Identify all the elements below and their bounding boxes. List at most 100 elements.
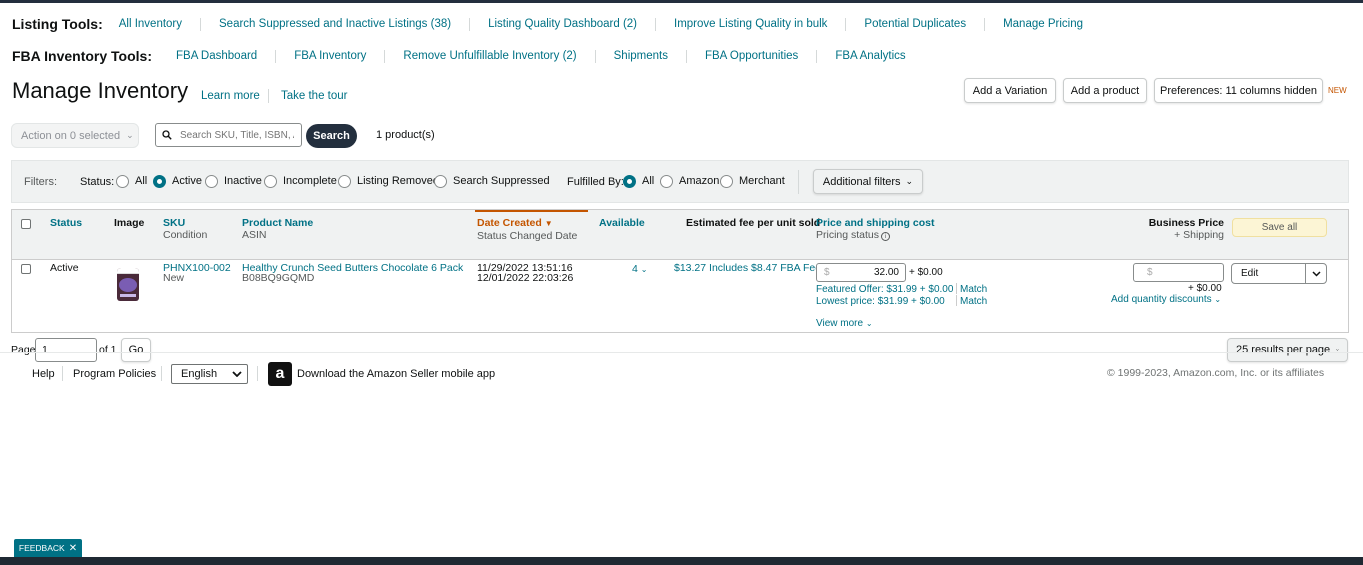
fulfilled-radio-all[interactable] [623, 175, 636, 188]
header-fee: Estimated fee per unit sold [686, 217, 821, 229]
edit-split-button[interactable]: Edit [1231, 263, 1327, 284]
lowest-price[interactable]: Lowest price: $31.99 + $0.00 [816, 296, 945, 307]
link-suppressed-listings[interactable]: Search Suppressed and Inactive Listings … [200, 17, 469, 31]
link-fba-opportunities[interactable]: FBA Opportunities [685, 49, 816, 63]
preferences-button[interactable]: Preferences: 11 columns hidden [1154, 78, 1323, 103]
row-checkbox[interactable] [21, 264, 31, 274]
business-price-input[interactable]: $ [1133, 263, 1224, 282]
link-improve-quality[interactable]: Improve Listing Quality in bulk [655, 17, 845, 31]
quantity-discounts-link[interactable]: Add quantity discounts ⌄ [1111, 294, 1221, 305]
status-radio-search-suppressed[interactable] [434, 175, 447, 188]
search-field[interactable] [155, 123, 302, 147]
status-radio-listing-removed[interactable] [338, 175, 351, 188]
additional-filters-label: Additional filters [822, 175, 901, 188]
help-link[interactable]: Help [32, 368, 55, 380]
learn-more-link[interactable]: Learn more [201, 90, 260, 102]
add-variation-button[interactable]: Add a Variation [964, 78, 1056, 103]
listing-tools-label: Listing Tools: [12, 16, 103, 32]
row-condition: New [163, 272, 185, 284]
header-date-created[interactable]: Date Created ▼ [477, 217, 577, 230]
inventory-table: Status Image SKU Condition Product Name … [11, 209, 1349, 333]
divider [956, 283, 957, 294]
header-image: Image [114, 217, 145, 229]
edit-dropdown[interactable] [1305, 264, 1326, 283]
bulk-action-select[interactable]: Action on 0 selected ⌄ [11, 123, 139, 148]
chevron-down-icon [232, 371, 242, 377]
status-radio-inactive[interactable] [205, 175, 218, 188]
row-asin: B08BQ9GQMD [242, 272, 315, 284]
link-fba-analytics[interactable]: FBA Analytics [816, 49, 923, 63]
take-tour-link[interactable]: Take the tour [281, 90, 347, 102]
header-status[interactable]: Status [50, 217, 82, 229]
header-sku[interactable]: SKU [163, 217, 207, 229]
link-fba-inventory[interactable]: FBA Inventory [275, 49, 384, 63]
available-value: 4 [632, 263, 638, 275]
divider [798, 170, 799, 194]
available-quantity[interactable]: 4 ⌄ [632, 264, 647, 275]
chevron-down-icon [1311, 270, 1321, 277]
search-button[interactable]: Search [306, 124, 357, 148]
sort-desc-icon: ▼ [544, 219, 553, 228]
link-potential-duplicates[interactable]: Potential Duplicates [845, 17, 984, 31]
link-all-inventory[interactable]: All Inventory [107, 18, 200, 31]
header-condition: Condition [163, 229, 208, 241]
match-featured-button[interactable]: Match [960, 284, 987, 295]
header-available[interactable]: Available [599, 217, 645, 229]
page-input[interactable]: 1 [35, 338, 97, 362]
additional-filters-button[interactable]: Additional filters ⌄ [813, 169, 923, 194]
page-value: 1 [42, 344, 48, 356]
divider [62, 366, 63, 381]
feedback-label: FEEDBACK [18, 543, 65, 553]
table-header: Status Image SKU Condition Product Name … [12, 210, 1348, 260]
header-price[interactable]: Price and shipping cost [816, 217, 934, 229]
link-manage-pricing[interactable]: Manage Pricing [984, 17, 1101, 31]
header-product-name[interactable]: Product Name [242, 217, 313, 229]
featured-offer[interactable]: Featured Offer: $31.99 + $0.00 [816, 284, 953, 295]
status-option-label: All [135, 175, 148, 187]
status-radio-incomplete[interactable] [264, 175, 277, 188]
price-value: 32.00 [873, 267, 899, 278]
fulfilled-radio-amazon[interactable] [660, 175, 673, 188]
amazon-app-icon[interactable]: a [268, 362, 292, 386]
language-value: English [181, 368, 218, 380]
fulfilled-option-label: Merchant [739, 175, 785, 187]
results-per-page-select[interactable]: 25 results per page [1227, 338, 1348, 362]
download-app-link[interactable]: Download the Amazon Seller mobile app [297, 368, 495, 380]
status-radio-active[interactable] [153, 175, 166, 188]
divider [268, 89, 269, 103]
filter-bar: Filters: Status: All Active Inactive Inc… [11, 160, 1349, 203]
result-count: 1 product(s) [376, 129, 435, 141]
feedback-button[interactable]: FEEDBACK ✕ [14, 539, 82, 557]
fulfilled-by-label: Fulfilled By: [567, 176, 624, 188]
link-shipments[interactable]: Shipments [594, 49, 686, 63]
view-more-link[interactable]: View more ⌄ [816, 318, 873, 329]
header-date-created-label: Date Created [477, 217, 542, 229]
go-button[interactable]: Go [121, 338, 151, 362]
fba-tools-label: FBA Inventory Tools: [12, 48, 152, 64]
language-select[interactable]: English [171, 364, 248, 384]
save-all-button[interactable]: Save all [1232, 218, 1327, 237]
link-listing-quality[interactable]: Listing Quality Dashboard (2) [469, 17, 655, 31]
search-input[interactable] [178, 128, 296, 142]
info-icon[interactable]: i [881, 232, 891, 241]
product-thumbnail[interactable] [117, 268, 139, 301]
program-policies-link[interactable]: Program Policies [73, 368, 156, 380]
match-lowest-button[interactable]: Match [960, 296, 987, 307]
select-all-checkbox[interactable] [21, 219, 31, 229]
link-fba-dashboard[interactable]: FBA Dashboard [156, 50, 275, 63]
results-per-page-label: 25 results per page [1236, 344, 1331, 356]
edit-button[interactable]: Edit [1232, 268, 1305, 279]
close-icon[interactable]: ✕ [69, 543, 77, 554]
divider [956, 295, 957, 306]
fulfilled-radio-merchant[interactable] [720, 175, 733, 188]
price-input[interactable]: $ 32.00 [816, 263, 906, 282]
fulfilled-option-label: All [642, 175, 655, 187]
status-radio-all[interactable] [116, 175, 129, 188]
quantity-discounts-label: Add quantity discounts [1111, 294, 1212, 305]
row-fee-link[interactable]: $13.27 Includes $8.47 FBA Fee [674, 263, 821, 274]
link-remove-unfulfillable[interactable]: Remove Unfulfillable Inventory (2) [384, 49, 594, 63]
add-product-button[interactable]: Add a product [1063, 78, 1147, 103]
status-option-label: Listing Removed [357, 175, 439, 187]
fba-tools-row: FBA Inventory Tools: FBA Dashboard FBA I… [12, 48, 924, 64]
currency-symbol: $ [824, 267, 830, 278]
